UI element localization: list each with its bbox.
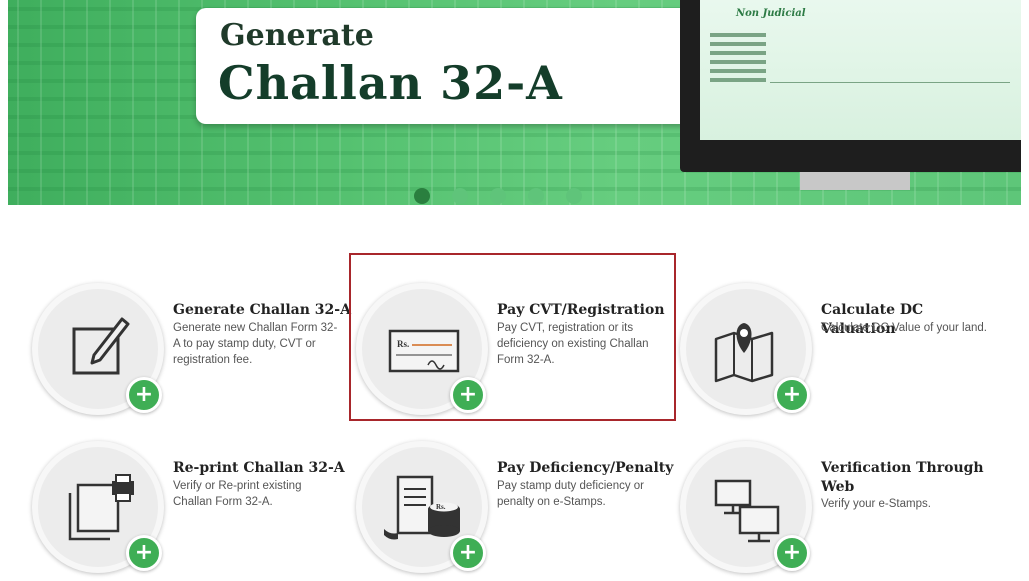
service-generate-challan[interactable]: + Generate Challan 32-A Generate new Cha… — [30, 283, 353, 423]
service-reprint-challan[interactable]: + Re-print Challan 32-A Verify or Re-pri… — [30, 441, 350, 581]
service-verification-web[interactable]: + Verification Through Web Verify your e… — [678, 441, 998, 581]
service-title[interactable]: Pay CVT/Registration — [497, 301, 677, 320]
service-description: Verify or Re-print existing Challan Form… — [173, 480, 302, 508]
banner-title-line2: Challan 32-A — [218, 56, 563, 110]
banner-card: Generate Challan 32-A — [196, 8, 716, 124]
add-button[interactable]: + — [450, 535, 486, 571]
service-description: Pay CVT, registration or its deficiency … — [497, 322, 649, 366]
svg-text:Rs.: Rs. — [436, 503, 446, 511]
add-button[interactable]: + — [126, 377, 162, 413]
service-pay-cvt[interactable]: Rs. + Pay CVT/Registration Pay CVT, regi… — [354, 283, 674, 423]
service-description: Verify your e-Stamps. — [821, 498, 931, 510]
service-title[interactable]: Verification Through Web — [821, 459, 1001, 497]
service-dc-valuation[interactable]: + Calculate DC Valuation Calculate DC Va… — [678, 283, 998, 423]
slider-pagination — [414, 188, 582, 204]
monitor-screen: Non Judicial — [700, 0, 1021, 140]
hero-banner: Generate Challan 32-A Non Judicial — [8, 0, 1021, 205]
service-title[interactable]: Re-print Challan 32-A — [173, 459, 353, 478]
slide-dot-1[interactable] — [414, 188, 430, 204]
doc-title: Non Judicial — [736, 8, 806, 19]
service-description: Generate new Challan Form 32-A to pay st… — [173, 322, 338, 366]
service-description: Calculate DC Value of your land. — [821, 322, 987, 334]
slide-dot-4[interactable] — [528, 188, 544, 204]
service-title[interactable]: Generate Challan 32-A — [173, 301, 353, 320]
slide-dot-3[interactable] — [490, 188, 506, 204]
slide-dot-2[interactable] — [452, 188, 468, 204]
banner-title-line1: Generate — [220, 18, 374, 53]
monitor-illustration: Non Judicial — [680, 0, 1021, 190]
svg-text:Rs.: Rs. — [397, 339, 409, 349]
service-title[interactable]: Pay Deficiency/Penalty — [497, 459, 677, 478]
add-button[interactable]: + — [774, 377, 810, 413]
slide-dot-5[interactable] — [566, 188, 582, 204]
service-pay-deficiency[interactable]: Rs. + Pay Deficiency/Penalty Pay stamp d… — [354, 441, 674, 581]
service-description: Pay stamp duty deficiency or penalty on … — [497, 480, 645, 508]
add-button[interactable]: + — [126, 535, 162, 571]
add-button[interactable]: + — [774, 535, 810, 571]
add-button[interactable]: + — [450, 377, 486, 413]
